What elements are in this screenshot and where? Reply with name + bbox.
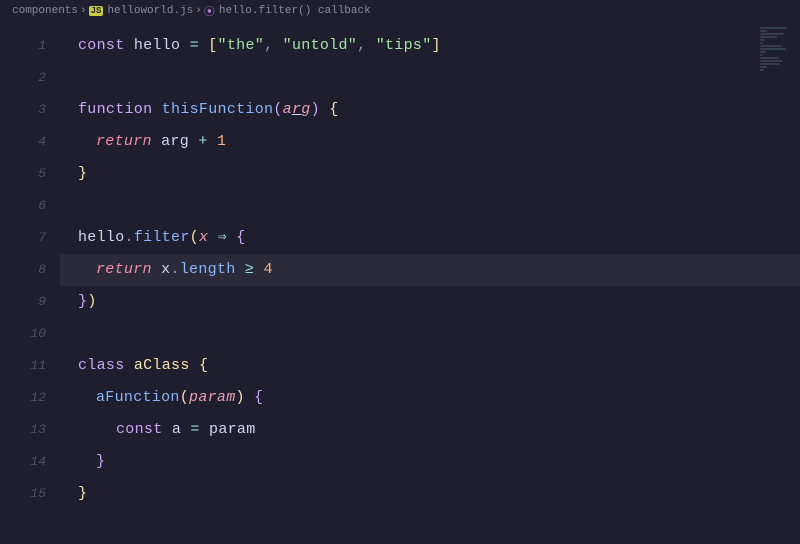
code-area[interactable]: const hello = ["the", "untold", "tips"] f… — [60, 22, 800, 544]
token: r — [292, 101, 301, 118]
token: ( — [180, 389, 189, 406]
token: + — [198, 133, 217, 150]
token: const — [78, 37, 134, 54]
code-line[interactable]: const a = param — [60, 414, 800, 446]
token: ) — [87, 293, 96, 310]
line-number: 5 — [0, 158, 60, 190]
token: ≥ — [245, 261, 264, 278]
code-line[interactable]: return arg + 1 — [60, 126, 800, 158]
token: thisFunction — [162, 101, 274, 118]
token: hello — [134, 37, 190, 54]
token: const — [116, 421, 172, 438]
code-line[interactable]: function thisFunction(arg) { — [60, 94, 800, 126]
token: ) — [236, 389, 255, 406]
token: aClass — [134, 357, 199, 374]
token: hello — [78, 229, 125, 246]
token: arg — [161, 133, 198, 150]
breadcrumb-folder[interactable]: components — [12, 5, 78, 17]
token: = — [190, 421, 209, 438]
line-number: 11 — [0, 350, 60, 382]
token: aFunction — [96, 389, 180, 406]
token: param — [189, 389, 236, 406]
token: , — [264, 37, 283, 54]
token: { — [254, 389, 263, 406]
js-file-icon: JS — [89, 6, 104, 16]
token: { — [236, 229, 245, 246]
token: class — [78, 357, 134, 374]
token: 4 — [263, 261, 272, 278]
line-number: 2 — [0, 62, 60, 94]
token: [ — [208, 37, 217, 54]
token: { — [329, 101, 338, 118]
token: } — [78, 165, 87, 182]
line-number-gutter: 123456789101112131415 — [0, 22, 60, 544]
token: ( — [190, 229, 199, 246]
token: "tips" — [376, 37, 432, 54]
code-line[interactable]: } — [60, 158, 800, 190]
line-number: 4 — [0, 126, 60, 158]
chevron-right-icon: › — [195, 5, 202, 17]
token: "untold" — [283, 37, 357, 54]
code-line[interactable]: }) — [60, 286, 800, 318]
line-number: 9 — [0, 286, 60, 318]
token: . — [125, 229, 134, 246]
method-icon: ⦿ — [204, 3, 215, 19]
code-line[interactable]: } — [60, 478, 800, 510]
token: "the" — [218, 37, 265, 54]
token: ( — [273, 101, 282, 118]
line-number: 7 — [0, 222, 60, 254]
chevron-right-icon: › — [80, 5, 87, 17]
line-number: 10 — [0, 318, 60, 350]
line-number: 8 — [0, 254, 60, 286]
token: ] — [432, 37, 441, 54]
code-line[interactable]: class aClass { — [60, 350, 800, 382]
line-number: 14 — [0, 446, 60, 478]
line-number: 3 — [0, 94, 60, 126]
code-line[interactable]: } — [60, 446, 800, 478]
token: 1 — [217, 133, 226, 150]
token: g — [301, 101, 310, 118]
code-line[interactable]: return x.length ≥ 4 — [60, 254, 800, 286]
breadcrumb-bar: components › JS helloworld.js › ⦿ hello.… — [0, 0, 800, 22]
code-editor[interactable]: 123456789101112131415 const hello = ["th… — [0, 22, 800, 544]
line-number: 15 — [0, 478, 60, 510]
token: return — [96, 133, 161, 150]
line-number: 6 — [0, 190, 60, 222]
token: { — [199, 357, 208, 374]
token: x — [199, 229, 218, 246]
minimap[interactable] — [760, 26, 794, 72]
line-number: 1 — [0, 30, 60, 62]
token: ⇒ — [218, 229, 237, 246]
token: function — [78, 101, 162, 118]
token: } — [96, 453, 105, 470]
token: } — [78, 485, 87, 502]
token: , — [357, 37, 376, 54]
code-line[interactable] — [60, 62, 800, 94]
token: ) — [311, 101, 330, 118]
token: . — [170, 261, 179, 278]
token: = — [190, 37, 209, 54]
breadcrumb-file[interactable]: JS helloworld.js — [89, 5, 194, 17]
line-number: 13 — [0, 414, 60, 446]
token: return — [96, 261, 161, 278]
code-line[interactable]: hello.filter(x ⇒ { — [60, 222, 800, 254]
breadcrumb-symbol[interactable]: ⦿ hello.filter() callback — [204, 3, 371, 19]
token: length — [180, 261, 245, 278]
token: } — [78, 293, 87, 310]
token: param — [209, 421, 256, 438]
code-line[interactable]: aFunction(param) { — [60, 382, 800, 414]
code-line[interactable] — [60, 318, 800, 350]
token: a — [283, 101, 292, 118]
line-number: 12 — [0, 382, 60, 414]
code-line[interactable]: const hello = ["the", "untold", "tips"] — [60, 30, 800, 62]
token: filter — [134, 229, 190, 246]
code-line[interactable] — [60, 190, 800, 222]
token: a — [172, 421, 191, 438]
